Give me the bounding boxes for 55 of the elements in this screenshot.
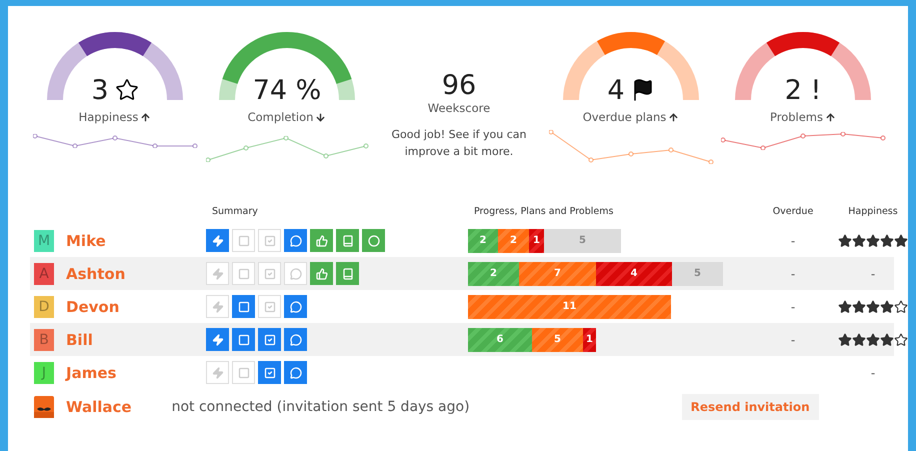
stat-value: 96 [442,72,476,99]
stat-note: Good job! See if you can improve a bit more. [390,127,528,160]
happiness-value: - [870,266,876,280]
avatar: A [34,262,54,284]
arrow-up-icon [668,112,680,122]
stat-label: Completion [248,110,314,124]
avatar: M [34,230,54,252]
column-header: Summary [212,206,258,216]
stat-label: Overdue plans [582,110,666,124]
arrow-up-icon [825,112,836,122]
bar-segment: 2 [468,262,519,286]
column-header: Progress, Plans and Problems [474,206,614,216]
status-text: not connected (invitation sent 5 days ago) [172,399,471,415]
bar-segment: 4 [596,262,672,286]
user-name[interactable]: Mike [66,232,106,250]
user-name[interactable]: Wallace [66,398,132,416]
thumbs-up-icon [310,229,333,252]
user-name[interactable]: James [66,364,116,382]
bar-segment: 2 [468,228,498,252]
bar-segment: 5 [544,228,621,252]
bar-segment: 7 [519,262,596,286]
bar-segment: 11 [468,294,671,318]
avatar: B [34,328,54,350]
book-icon [336,262,359,285]
resend-invitation-button[interactable]: Resend invitation [682,394,819,420]
stat-label: Problems [770,110,823,124]
book-icon [336,229,359,252]
bar-segment: 5 [672,262,723,286]
stat-value: 3 [91,76,109,104]
overdue-value: - [790,266,796,280]
stat-value: 4 [607,76,625,104]
star-icon [114,78,139,102]
thumbs-up-icon [310,262,333,285]
overdue-value: - [790,234,796,248]
arrow-down-icon [315,112,326,122]
avatar: J [34,362,54,384]
stat-value: 2 ! [784,76,822,104]
column-header: Happiness [848,206,898,216]
bar-segment: 1 [529,228,544,252]
overdue-value: - [790,300,796,314]
bar-segment: 2 [498,228,529,252]
avatar: D [34,296,54,318]
stat-label: Happiness [78,110,138,124]
user-name[interactable]: Bill [66,330,93,348]
stat-value: 74 % [252,76,322,104]
happiness-value: - [870,366,876,380]
stat-label: Weekscore [428,101,490,115]
user-name[interactable]: Devon [66,298,120,316]
bar-segment: 5 [532,328,583,352]
arrow-up-icon [140,112,152,122]
bar-segment: 6 [468,328,532,352]
bar-segment: 1 [583,328,596,352]
overdue-value: - [790,332,796,346]
column-header: Overdue [772,206,814,216]
user-name[interactable]: Ashton [66,264,126,282]
